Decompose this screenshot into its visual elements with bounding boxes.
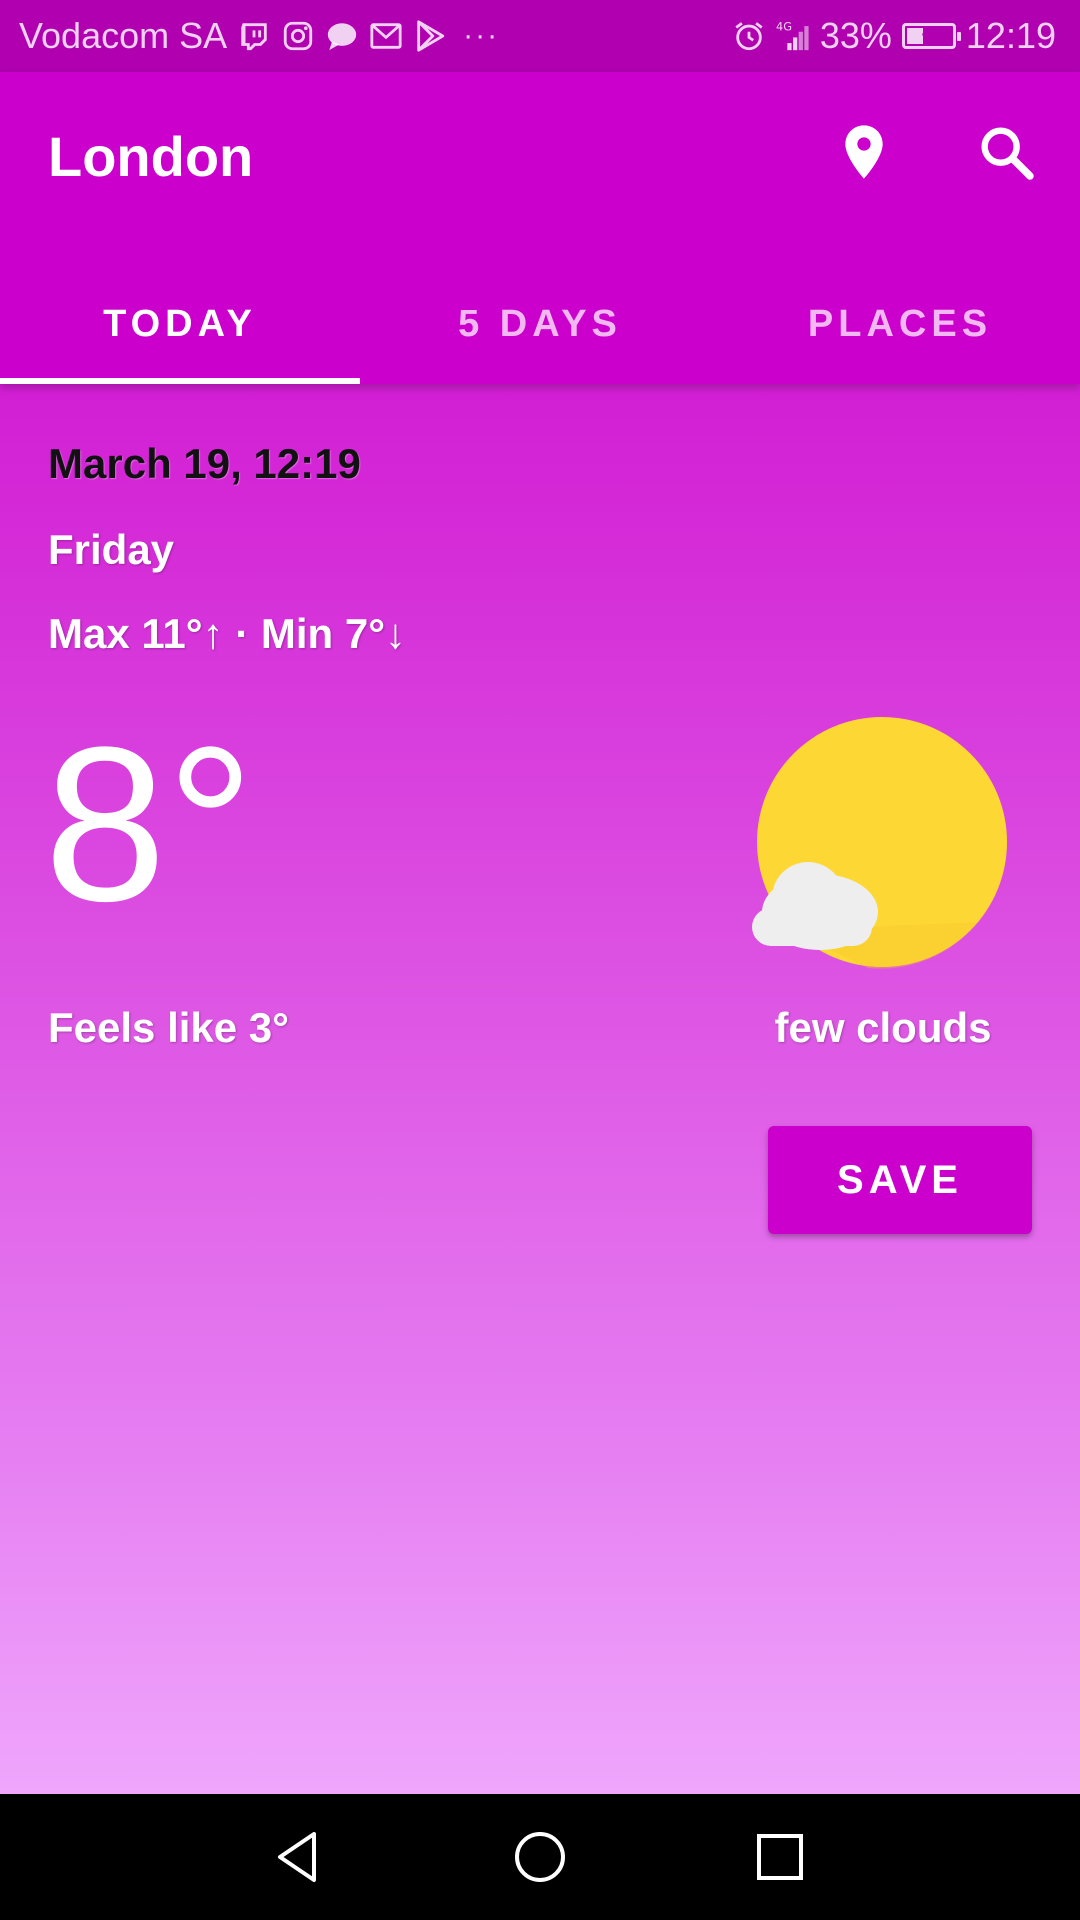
- play-store-icon: [413, 19, 447, 53]
- app-bar: London TODAY 5 DAYS PLACES: [0, 72, 1080, 384]
- recents-icon[interactable]: [745, 1822, 815, 1892]
- date-time: March 19, 12:19: [48, 440, 361, 487]
- day-of-week: Friday: [48, 526, 175, 573]
- save-button[interactable]: SAVE: [768, 1126, 1032, 1234]
- back-icon[interactable]: [264, 1822, 334, 1892]
- status-time: 12:19: [965, 15, 1056, 56]
- home-icon[interactable]: [505, 1822, 575, 1892]
- carrier-name: Vodacom SA: [19, 15, 228, 56]
- messaging-icon: [325, 19, 359, 53]
- today-weather-panel: March 19, 12:19 Friday Max 11°↑ · Min 7°…: [0, 384, 1080, 1794]
- city-title: London: [48, 125, 254, 188]
- tab-bar: TODAY 5 DAYS PLACES: [0, 264, 1080, 384]
- more-notifications-indicator: ···: [463, 19, 500, 52]
- signal-4g-icon: 4G: [776, 19, 810, 53]
- temperature-range: Max 11°↑ · Min 7°↓: [48, 610, 407, 657]
- status-bar-left: Vodacom SA ···: [19, 0, 499, 72]
- twitch-icon: [237, 19, 271, 53]
- search-icon[interactable]: [974, 120, 1038, 184]
- feels-like-temperature: Feels like 3°: [48, 1004, 289, 1051]
- sun-with-cloud-icon: [748, 712, 1014, 978]
- weather-app-screen: Vodacom SA ··· 4G 33% + 12:19 London TOD…: [0, 0, 1080, 1920]
- location-icon[interactable]: [832, 120, 896, 184]
- gmail-icon: [369, 19, 403, 53]
- tab-places[interactable]: PLACES: [720, 264, 1080, 384]
- instagram-icon: [281, 19, 315, 53]
- tab-today[interactable]: TODAY: [0, 264, 360, 384]
- status-bar: Vodacom SA ··· 4G 33% + 12:19: [0, 0, 1080, 72]
- current-temperature: 8°: [44, 701, 255, 947]
- system-navigation-bar: [0, 1794, 1080, 1920]
- weather-condition: few clouds: [774, 1004, 992, 1051]
- alarm-icon: [732, 19, 766, 53]
- selected-tab-indicator: [0, 378, 360, 384]
- status-bar-right: 4G 33% + 12:19: [732, 0, 1056, 72]
- battery-percent: 33%: [819, 15, 892, 56]
- battery-icon: +: [901, 19, 961, 49]
- tab-5-days[interactable]: 5 DAYS: [360, 264, 720, 384]
- svg-text:4G: 4G: [776, 19, 792, 33]
